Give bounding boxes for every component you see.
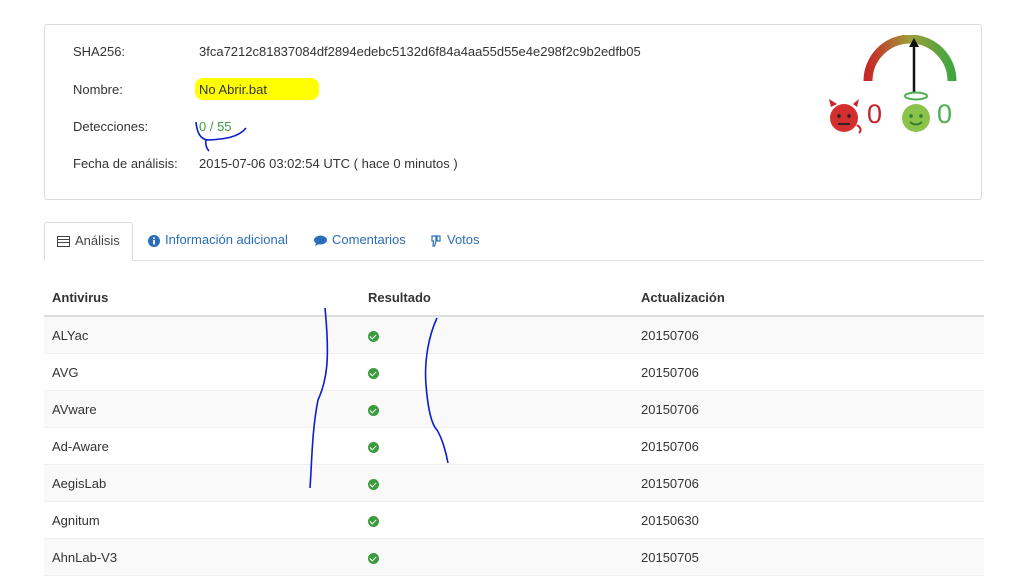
table-row: Agnitum 20150630 xyxy=(44,501,984,539)
table-row: AVware 20150706 xyxy=(44,390,984,428)
clean-check-icon xyxy=(368,478,379,490)
tab-analysis-label: Análisis xyxy=(75,233,120,248)
antivirus-name: AegisLab xyxy=(44,464,360,502)
table-header-row: Antivirus Resultado Actualización xyxy=(44,279,984,317)
community-score-gauge-icon xyxy=(863,35,957,93)
table-icon xyxy=(57,236,70,248)
tab-bar: Análisis Información adicional Comentari… xyxy=(44,222,984,261)
update-date: 20150705 xyxy=(633,538,984,576)
update-date: 20150706 xyxy=(633,427,984,465)
result-cell xyxy=(360,353,633,391)
tab-comments-label: Comentarios xyxy=(332,232,406,247)
date-label: Fecha de análisis: xyxy=(73,156,178,171)
tab-analysis[interactable]: Análisis xyxy=(44,222,133,261)
result-cell xyxy=(360,538,633,576)
tab-comments[interactable]: Comentarios xyxy=(302,222,418,260)
malicious-votes-count: 0 xyxy=(867,99,883,129)
thumbs-icon xyxy=(431,234,441,247)
update-date: 20150630 xyxy=(633,501,984,539)
clean-check-icon xyxy=(368,404,379,416)
clean-check-icon xyxy=(368,552,379,564)
name-label: Nombre: xyxy=(73,82,123,97)
header-result: Resultado xyxy=(360,279,633,317)
detections-label: Detecciones: xyxy=(73,119,149,134)
sha256-value: 3fca7212c81837084df2894edebc5132d6f84a4a… xyxy=(199,44,641,59)
comment-icon xyxy=(314,235,327,247)
harmless-votes-count: 0 xyxy=(937,99,953,129)
tab-additional-info[interactable]: Información adicional xyxy=(136,222,300,260)
date-value: 2015-07-06 03:02:54 UTC ( hace 0 minutos… xyxy=(199,156,458,171)
detections-value: 0 / 55 xyxy=(199,119,232,134)
info-circle-icon xyxy=(148,234,160,247)
tab-additional-info-label: Información adicional xyxy=(165,232,288,247)
name-value-wrap: No Abrir.bat xyxy=(195,78,319,100)
result-cell xyxy=(360,390,633,428)
result-cell xyxy=(360,427,633,465)
results-body: ALYac 20150706 AVG 20150706 AVware 20150706 Ad… xyxy=(44,316,984,576)
antivirus-results-table: Antivirus Resultado Actualización ALYac 2… xyxy=(44,279,984,576)
antivirus-name: AhnLab-V3 xyxy=(44,538,360,576)
header-antivirus: Antivirus xyxy=(44,279,360,317)
tab-votes-label: Votos xyxy=(447,232,480,247)
antivirus-name: ALYac xyxy=(44,316,360,354)
header-update: Actualización xyxy=(633,279,984,317)
update-date: 20150706 xyxy=(633,390,984,428)
clean-check-icon xyxy=(368,330,379,342)
result-cell xyxy=(360,464,633,502)
antivirus-name: Ad-Aware xyxy=(44,427,360,465)
update-date: 20150706 xyxy=(633,353,984,391)
table-row: AhnLab-V3 20150705 xyxy=(44,538,984,576)
clean-check-icon xyxy=(368,441,379,453)
angel-face-icon[interactable] xyxy=(897,91,935,135)
votes-summary: 0 0 xyxy=(825,91,975,137)
devil-face-icon[interactable] xyxy=(825,97,863,135)
tab-votes[interactable]: Votos xyxy=(419,222,492,260)
clean-check-icon xyxy=(368,515,379,527)
table-row: AVG 20150706 xyxy=(44,353,984,391)
table-row: Ad-Aware 20150706 xyxy=(44,427,984,465)
update-date: 20150706 xyxy=(633,316,984,354)
clean-check-icon xyxy=(368,367,379,379)
sha256-label: SHA256: xyxy=(73,44,126,59)
result-cell xyxy=(360,316,633,354)
result-cell xyxy=(360,501,633,539)
antivirus-name: AVware xyxy=(44,390,360,428)
update-date: 20150706 xyxy=(633,464,984,502)
table-row: AegisLab 20150706 xyxy=(44,464,984,502)
table-row: ALYac 20150706 xyxy=(44,316,984,354)
antivirus-name: AVG xyxy=(44,353,360,391)
antivirus-name: Agnitum xyxy=(44,501,360,539)
file-info-panel: SHA256: 3fca7212c81837084df2894edebc5132… xyxy=(44,24,982,200)
file-name-value: No Abrir.bat xyxy=(199,82,267,97)
